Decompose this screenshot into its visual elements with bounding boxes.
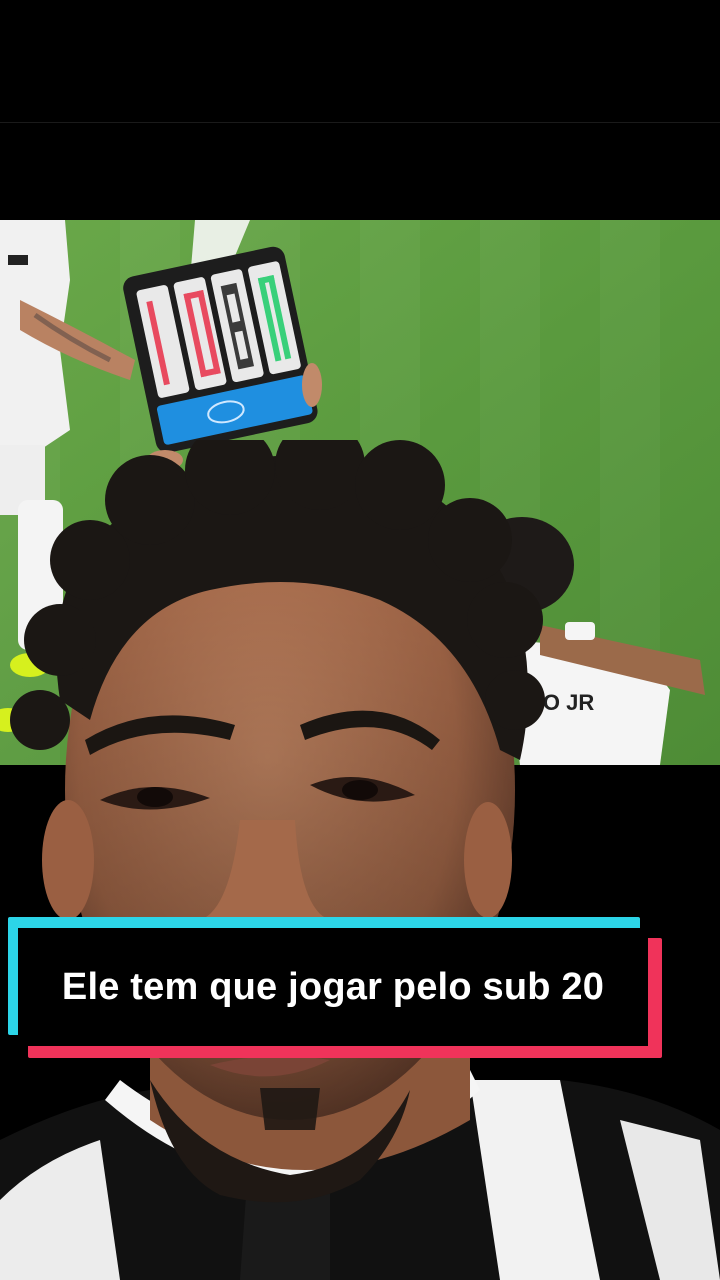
top-black-bar (0, 0, 720, 220)
left-ear (42, 800, 94, 920)
caption-box: Ele tem que jogar pelo sub 20 (18, 928, 648, 1046)
video-frame: HO JR Ele tem que jogar pelo sub 20 (0, 0, 720, 1280)
caption-text: Ele tem que jogar pelo sub 20 (61, 965, 605, 1008)
caption-overlay: Ele tem que jogar pelo sub 20 (0, 914, 720, 1064)
selfie-person (0, 420, 720, 1280)
person-illustration (0, 420, 720, 1280)
top-divider (0, 122, 720, 123)
hand (302, 363, 322, 407)
right-ear (464, 802, 512, 918)
